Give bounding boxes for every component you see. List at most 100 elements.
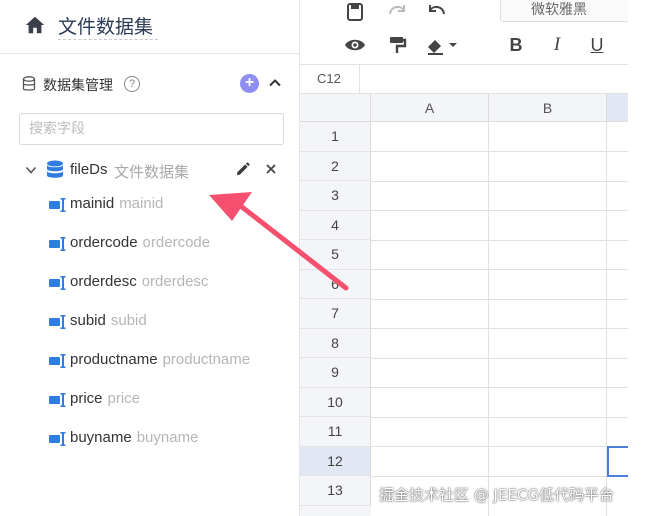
field-name: mainid (70, 195, 115, 212)
field-label: buyname buyname (70, 429, 198, 446)
row-divider (371, 210, 628, 211)
home-icon[interactable] (24, 14, 46, 36)
selected-cell[interactable] (607, 446, 628, 477)
field-name: price (70, 390, 103, 407)
cell-reference[interactable]: C12 (300, 65, 360, 93)
field-name: buyname (70, 429, 132, 446)
chevron-down-icon[interactable] (24, 163, 38, 177)
dataset-tree-root[interactable]: fileDs 文件数据集 (0, 157, 299, 183)
grid-corner[interactable] (300, 94, 371, 122)
format-painter-icon[interactable] (386, 34, 408, 56)
field-alias: ordercode (142, 234, 211, 251)
field-item-price[interactable]: price price (0, 388, 299, 412)
row-divider (371, 475, 628, 477)
row-header[interactable]: 8 (300, 328, 371, 358)
field-label: productname productname (70, 351, 250, 368)
field-icon (49, 276, 66, 290)
field-alias: subid (110, 312, 147, 329)
field-label: price price (70, 390, 140, 407)
row-header-selected[interactable]: 12 (300, 446, 371, 476)
row-divider (371, 151, 628, 152)
field-alias: mainid (119, 195, 164, 212)
field-icon (49, 198, 66, 212)
row-header[interactable]: 11 (300, 417, 371, 447)
row-header[interactable]: 7 (300, 299, 371, 329)
field-item-mainid[interactable]: mainid mainid (0, 193, 299, 217)
field-alias: buyname (136, 429, 199, 446)
row-divider (371, 239, 628, 241)
bold-button[interactable]: B (505, 34, 527, 56)
field-name: productname (70, 351, 158, 368)
field-icon (49, 354, 66, 368)
search-field-input[interactable] (19, 113, 284, 145)
field-label: mainid mainid (70, 195, 163, 212)
field-name: subid (70, 312, 106, 329)
field-icon (49, 393, 66, 407)
row-header[interactable]: 10 (300, 387, 371, 417)
field-item-subid[interactable]: subid subid (0, 310, 299, 334)
row-divider (371, 387, 628, 388)
field-icon (49, 315, 66, 329)
italic-button[interactable]: I (546, 34, 568, 56)
toolbar: 微软雅黑 B I U (300, 0, 628, 64)
sheet-grid: A B 1 2 3 4 5 6 7 8 9 10 11 12 13 (300, 94, 628, 516)
column-header-b[interactable]: B (489, 94, 607, 122)
row-header[interactable]: 13 (300, 476, 371, 506)
close-icon[interactable] (264, 162, 278, 176)
field-alias: productname (162, 351, 251, 368)
column-header-a[interactable]: A (371, 94, 489, 122)
field-icon (49, 432, 66, 446)
field-icon (49, 237, 66, 251)
row-header[interactable]: 1 (300, 122, 371, 152)
field-item-orderdesc[interactable]: orderdesc orderdesc (0, 271, 299, 295)
page-title[interactable]: 文件数据集 (58, 12, 153, 39)
row-divider (371, 446, 628, 447)
row-divider (371, 416, 628, 418)
formula-bar: C12 (300, 64, 628, 94)
row-header[interactable]: 2 (300, 151, 371, 181)
field-alias: price (107, 390, 141, 407)
dataset-manager-header: 数据集管理 ? + (0, 70, 299, 98)
cell-area[interactable] (371, 122, 628, 516)
spreadsheet-area: 微软雅黑 B I U C12 A B 1 2 3 4 5 6 7 8 9 10 … (299, 0, 628, 516)
eraser-icon[interactable] (424, 34, 460, 56)
row-header[interactable]: 6 (300, 269, 371, 299)
row-divider (371, 180, 628, 182)
font-family-select[interactable]: 微软雅黑 (500, 0, 628, 22)
panel-header: 文件数据集 (0, 0, 299, 54)
field-label: ordercode ordercode (70, 234, 210, 251)
eye-icon[interactable] (344, 34, 366, 56)
dataset-panel: 文件数据集 数据集管理 ? + fileDs 文件数据集 (0, 0, 299, 516)
column-header-c[interactable] (607, 94, 628, 122)
underline-button[interactable]: U (586, 34, 608, 56)
undo-icon[interactable] (426, 0, 448, 22)
field-item-productname[interactable]: productname productname (0, 349, 299, 373)
row-header[interactable]: 5 (300, 240, 371, 270)
dataset-alias: 文件数据集 (114, 163, 190, 181)
watermark-text: 掘金技术社区 @ JEECG低代码平台 (379, 486, 615, 504)
field-item-buyname[interactable]: buyname buyname (0, 427, 299, 451)
database-icon (22, 76, 36, 91)
title-underline (58, 39, 158, 40)
dataset-manager-label: 数据集管理 (43, 78, 113, 94)
chevron-up-icon[interactable] (268, 76, 282, 90)
field-alias: orderdesc (141, 273, 209, 290)
add-dataset-icon[interactable]: + (240, 74, 259, 93)
row-divider (371, 298, 628, 300)
field-item-ordercode[interactable]: ordercode ordercode (0, 232, 299, 256)
row-header[interactable]: 9 (300, 358, 371, 388)
redo-icon[interactable] (386, 0, 408, 22)
field-name: ordercode (70, 234, 138, 251)
field-name: orderdesc (70, 273, 137, 290)
dataset-database-icon (47, 160, 63, 178)
row-divider (371, 357, 628, 359)
dataset-name: fileDs (70, 161, 108, 178)
field-label: subid subid (70, 312, 147, 329)
field-label: orderdesc orderdesc (70, 273, 208, 290)
save-icon[interactable] (344, 2, 366, 24)
row-header[interactable]: 4 (300, 210, 371, 240)
pencil-icon[interactable] (235, 162, 250, 177)
row-header[interactable]: 3 (300, 181, 371, 211)
row-divider (371, 328, 628, 329)
help-icon[interactable]: ? (124, 76, 140, 92)
